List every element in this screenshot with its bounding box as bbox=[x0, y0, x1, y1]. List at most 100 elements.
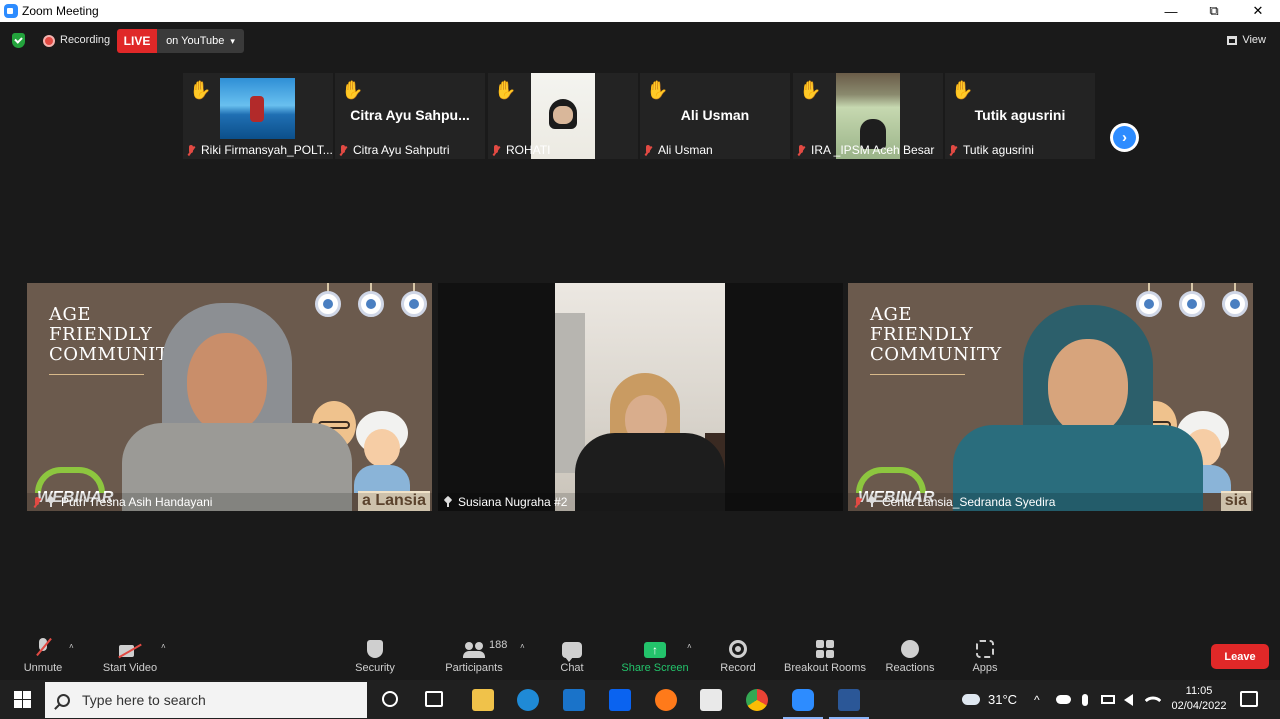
participant-thumbnail[interactable]: ✋ Ali Usman Ali Usman bbox=[640, 73, 790, 159]
view-label: View bbox=[1242, 34, 1266, 46]
video-tile[interactable]: Susiana Nugraha #2 bbox=[438, 283, 843, 511]
share-screen-button[interactable]: ↑ Share Screen bbox=[620, 632, 690, 680]
breakout-rooms-button[interactable]: Breakout Rooms bbox=[783, 632, 867, 680]
chrome-icon[interactable] bbox=[746, 689, 768, 711]
microphone-muted-icon bbox=[36, 638, 50, 658]
recording-icon[interactable] bbox=[43, 35, 55, 47]
participants-options-caret[interactable]: ˄ bbox=[520, 642, 525, 651]
chevron-up-icon[interactable]: ^ bbox=[1034, 680, 1040, 719]
record-button[interactable]: Record bbox=[716, 632, 760, 680]
unmute-label: Unmute bbox=[23, 662, 63, 674]
edge-browser-icon[interactable] bbox=[517, 689, 539, 711]
unmute-button[interactable]: Unmute bbox=[18, 632, 68, 680]
taskbar-search-box[interactable]: Type here to search bbox=[45, 682, 367, 718]
reactions-button[interactable]: Reactions bbox=[884, 632, 936, 680]
chat-bubble-icon bbox=[562, 642, 582, 662]
apps-button[interactable]: Apps bbox=[966, 632, 1004, 680]
record-icon bbox=[729, 640, 747, 658]
close-button[interactable]: ✕ bbox=[1236, 0, 1280, 22]
chat-button[interactable]: Chat bbox=[552, 632, 592, 680]
zoom-window: Zoom Meeting — ⧉ ✕ Recording LIVE on You… bbox=[0, 0, 1280, 719]
notification-center-icon[interactable] bbox=[1240, 691, 1258, 707]
participants-icon bbox=[463, 642, 485, 658]
clock-time: 11:05 bbox=[1185, 685, 1213, 697]
chat-label: Chat bbox=[560, 662, 584, 674]
participant-person bbox=[122, 303, 352, 511]
speaker-icon[interactable] bbox=[1124, 680, 1133, 719]
zoom-taskbar-icon[interactable] bbox=[792, 689, 814, 711]
cloud-icon bbox=[962, 694, 980, 705]
raised-hand-icon: ✋ bbox=[646, 80, 669, 100]
chevron-right-icon: › bbox=[1113, 126, 1136, 149]
file-explorer-icon[interactable] bbox=[472, 689, 494, 711]
microphone-icon[interactable] bbox=[1082, 680, 1088, 719]
store-icon[interactable] bbox=[700, 689, 722, 711]
security-button[interactable]: Security bbox=[350, 632, 400, 680]
raised-hand-icon: ✋ bbox=[799, 80, 822, 100]
view-button[interactable]: View bbox=[1227, 34, 1266, 46]
raised-hand-icon: ✋ bbox=[951, 80, 974, 100]
participant-display-name: Tutik agusrini bbox=[974, 107, 1066, 123]
divider bbox=[870, 374, 965, 375]
restore-button[interactable]: ⧉ bbox=[1192, 0, 1236, 22]
dropbox-icon[interactable] bbox=[609, 689, 631, 711]
apps-icon bbox=[976, 640, 994, 658]
pin-icon bbox=[868, 497, 876, 507]
taskbar-clock[interactable]: 11:05 02/04/2022 bbox=[1165, 684, 1233, 714]
participant-name: ROHATI bbox=[506, 143, 551, 157]
audio-options-caret[interactable]: ˄ bbox=[69, 642, 74, 651]
wifi-icon[interactable] bbox=[1144, 680, 1162, 719]
logo-icon bbox=[401, 291, 427, 317]
live-badge[interactable]: LIVE bbox=[117, 29, 157, 53]
video-tile[interactable]: AGE FRIENDLY COMMUNITY WEBINAR a Lansia … bbox=[27, 283, 432, 511]
leave-button[interactable]: Leave bbox=[1211, 644, 1269, 669]
firefox-icon[interactable] bbox=[655, 689, 677, 711]
live-on-youtube-button[interactable]: on YouTube ▾ bbox=[157, 29, 244, 53]
participant-video bbox=[555, 283, 725, 511]
weather-widget[interactable]: 31°C bbox=[962, 680, 1017, 719]
share-options-caret[interactable]: ˄ bbox=[687, 642, 692, 651]
encryption-shield-icon[interactable] bbox=[12, 33, 25, 48]
raised-hand-icon: ✋ bbox=[189, 80, 212, 100]
participant-thumbnail[interactable]: ✋ Riki Firmansyah_POLT... bbox=[183, 73, 333, 159]
mic-muted-icon bbox=[492, 144, 500, 156]
mic-muted-icon bbox=[339, 144, 347, 156]
participant-thumbnail[interactable]: ✋ IRA _IPSM Aceh Besar bbox=[793, 73, 943, 159]
mail-icon[interactable] bbox=[563, 689, 585, 711]
record-label: Record bbox=[720, 662, 756, 674]
cortana-icon[interactable] bbox=[382, 691, 398, 707]
participant-name: Putri Tresna Asih Handayani bbox=[61, 495, 213, 509]
raised-hand-icon: ✋ bbox=[494, 80, 517, 100]
start-video-label: Start Video bbox=[102, 662, 158, 674]
weather-temperature: 31°C bbox=[988, 692, 1018, 707]
start-video-button[interactable]: Start Video bbox=[99, 632, 161, 680]
video-tile[interactable]: AGE FRIENDLY COMMUNITY WEBINAR sia Cerit… bbox=[848, 283, 1253, 511]
share-screen-icon: ↑ bbox=[644, 642, 666, 658]
reactions-label: Reactions bbox=[885, 662, 935, 674]
pin-icon bbox=[444, 497, 452, 507]
participant-thumbnail[interactable]: ✋ Tutik agusrini Tutik agusrini bbox=[945, 73, 1095, 159]
youtube-label: on YouTube bbox=[166, 35, 225, 47]
participant-thumbnail[interactable]: ✋ Citra Ayu Sahpu... Citra Ayu Sahputri bbox=[335, 73, 485, 159]
video-off-icon bbox=[119, 644, 141, 658]
recording-label[interactable]: Recording bbox=[60, 34, 110, 46]
next-page-button[interactable]: › bbox=[1110, 123, 1139, 152]
mic-muted-icon bbox=[644, 144, 652, 156]
minimize-button[interactable]: — bbox=[1149, 0, 1193, 22]
reactions-smiley-icon bbox=[901, 640, 919, 658]
participant-thumbnail[interactable]: ✋ ROHATI bbox=[488, 73, 638, 159]
meeting-area: Recording LIVE on YouTube ▾ View ✋ Riki … bbox=[0, 22, 1280, 632]
clock-date: 02/04/2022 bbox=[1171, 700, 1227, 712]
logo-icon bbox=[1222, 291, 1248, 317]
onedrive-icon[interactable] bbox=[1056, 680, 1071, 719]
word-icon[interactable] bbox=[838, 689, 860, 711]
mic-muted-icon bbox=[797, 144, 805, 156]
task-view-icon[interactable] bbox=[425, 691, 443, 707]
video-options-caret[interactable]: ˄ bbox=[161, 642, 166, 651]
battery-icon[interactable] bbox=[1101, 680, 1115, 719]
windows-taskbar: Type here to search 31°C ^ 11:05 02/04/2… bbox=[0, 680, 1280, 719]
windows-start-icon[interactable] bbox=[14, 691, 31, 708]
meeting-top-bar: Recording LIVE on YouTube ▾ View bbox=[0, 22, 1280, 60]
tile-caption: Cerita Lansia_Sedranda Syedira bbox=[848, 493, 1253, 511]
zoom-app-icon bbox=[4, 4, 18, 18]
